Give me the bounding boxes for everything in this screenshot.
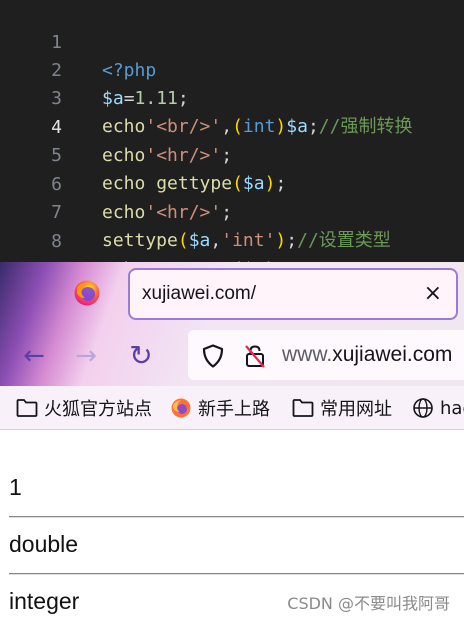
output-line: integer xyxy=(9,588,80,614)
code-line-4[interactable]: 4 echo'<hr/>'; xyxy=(0,86,464,166)
output-line: 1 xyxy=(9,474,22,500)
firefox-icon xyxy=(171,398,191,418)
code-line-8[interactable]: 8 echo gettype($a); xyxy=(0,200,464,280)
horizontal-rule xyxy=(9,573,464,575)
browser-chrome: xujiawei.com/ × ← → ↻ www.xujiawei.com 火 xyxy=(0,262,464,430)
output-line: double xyxy=(9,531,79,557)
code-line-3[interactable]: 3 echo'<br/>',(int)$a;//强制转换 xyxy=(0,57,464,137)
tab-active[interactable]: xujiawei.com/ × xyxy=(128,268,458,320)
code-line-5[interactable]: 5 echo gettype($a); xyxy=(0,114,464,194)
bookmarks-toolbar: 火狐官方站点 新手上路 常用网址 hao xyxy=(0,386,464,430)
code-line-2[interactable]: 2 $a=1.11; xyxy=(0,29,464,109)
code-line-9[interactable]: 9 ?> xyxy=(0,229,464,309)
code-editor[interactable]: 1 <?php 2 $a=1.11; 3 echo'<br/>',(int)$a… xyxy=(0,0,464,309)
bookmark-folder-common-sites[interactable]: 常用网址 xyxy=(292,395,392,421)
url-prefix: www. xyxy=(282,343,333,366)
url-text[interactable]: www.xujiawei.com xyxy=(282,343,452,367)
bookmark-hao[interactable]: hao xyxy=(412,395,464,421)
insecure-lock-icon[interactable] xyxy=(244,344,266,368)
tab-bar: xujiawei.com/ × xyxy=(0,262,464,326)
back-button[interactable]: ← xyxy=(18,340,50,372)
horizontal-rule xyxy=(9,516,464,518)
forward-button[interactable]: → xyxy=(70,340,102,372)
bookmark-label: 新手上路 xyxy=(198,399,270,420)
firefox-icon[interactable] xyxy=(72,278,102,308)
url-bar[interactable]: www.xujiawei.com xyxy=(188,330,464,380)
globe-icon xyxy=(413,398,433,418)
bookmark-label: 常用网址 xyxy=(320,399,392,420)
navigation-bar: ← → ↻ www.xujiawei.com xyxy=(0,326,464,386)
page-content: 1 double integer CSDN @不要叫我阿哥 xyxy=(0,430,464,620)
reload-button[interactable]: ↻ xyxy=(125,340,157,372)
tab-title: xujiawei.com/ xyxy=(142,283,257,304)
tracking-protection-shield-icon[interactable] xyxy=(202,344,224,368)
bookmark-folder-firefox-official[interactable]: 火狐官方站点 xyxy=(16,395,152,421)
bookmark-label: 火狐官方站点 xyxy=(44,399,152,420)
code-line-7[interactable]: 7 settype($a,'int');//设置类型 xyxy=(0,171,464,251)
folder-icon xyxy=(292,399,314,417)
bookmark-label: hao xyxy=(440,397,464,419)
code-line-6[interactable]: 6 echo'<hr/>'; xyxy=(0,143,464,223)
watermark: CSDN @不要叫我阿哥 xyxy=(287,594,450,613)
url-host: xujiawei.com xyxy=(332,343,453,366)
code-line-1[interactable]: 1 <?php xyxy=(0,1,464,81)
bookmark-getting-started[interactable]: 新手上路 xyxy=(170,395,270,421)
close-icon[interactable]: × xyxy=(424,282,442,306)
folder-icon xyxy=(16,399,38,417)
